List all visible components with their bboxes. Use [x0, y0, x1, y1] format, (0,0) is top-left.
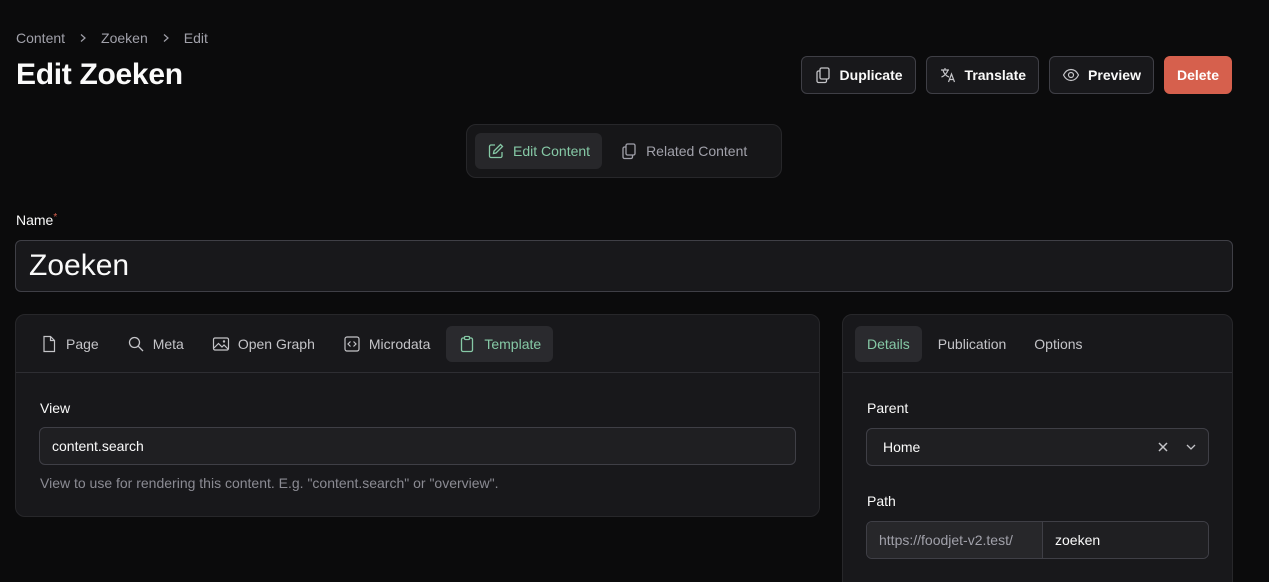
tab-template-label: Template	[484, 335, 542, 352]
required-marker: *	[53, 212, 58, 223]
related-content-tab[interactable]: Related Content	[608, 133, 759, 169]
tab-publication[interactable]: Publication	[926, 326, 1019, 362]
tab-meta[interactable]: Meta	[115, 326, 196, 362]
chevron-right-icon	[163, 34, 169, 42]
image-icon	[212, 336, 229, 351]
breadcrumb-content[interactable]: Content	[16, 30, 65, 46]
search-icon	[128, 336, 144, 351]
duplicate-button[interactable]: Duplicate	[800, 56, 916, 94]
view-input[interactable]: content.search	[39, 427, 796, 465]
preview-label: Preview	[1088, 67, 1141, 83]
duplicate-label: Duplicate	[839, 67, 903, 83]
header-actions: Duplicate Translate Preview Delete	[800, 56, 1232, 94]
translate-icon	[940, 68, 955, 83]
path-prefix: https://foodjet-v2.test/	[867, 522, 1043, 558]
path-field: https://foodjet-v2.test/ zoeken	[866, 521, 1209, 559]
preview-button[interactable]: Preview	[1049, 56, 1154, 94]
copy-icon	[622, 143, 636, 160]
tab-microdata[interactable]: Microdata	[331, 326, 442, 362]
delete-label: Delete	[1176, 67, 1219, 83]
code-icon	[344, 335, 360, 352]
tab-microdata-label: Microdata	[368, 335, 431, 352]
delete-button[interactable]: Delete	[1163, 56, 1232, 94]
tab-open-graph[interactable]: Open Graph	[200, 326, 327, 362]
parent-value: Home	[883, 439, 921, 455]
path-input[interactable]: zoeken	[1043, 522, 1208, 558]
tab-page[interactable]: Page	[28, 326, 111, 362]
settings-tabs: Details Publication Options	[843, 315, 1232, 373]
translate-label: Translate	[964, 67, 1027, 83]
breadcrumb-zoeken[interactable]: Zoeken	[101, 30, 148, 46]
eye-icon	[1062, 68, 1080, 82]
tab-meta-label: Meta	[152, 335, 184, 352]
parent-select[interactable]: Home	[866, 428, 1209, 466]
clipboard-icon	[461, 335, 474, 352]
content-tabs: Page Meta Open Graph Microdata Template	[16, 315, 819, 373]
document-icon	[43, 335, 56, 352]
view-switcher: Edit Content Related Content	[466, 124, 782, 178]
page-title: Edit Zoeken	[16, 58, 183, 91]
tab-open-graph-label: Open Graph	[237, 335, 315, 352]
settings-panel: Details Publication Options Parent Home …	[842, 314, 1233, 582]
copy-icon	[815, 67, 830, 84]
name-input[interactable]	[15, 240, 1233, 292]
tab-details[interactable]: Details	[855, 325, 922, 362]
parent-label: Parent	[867, 400, 909, 416]
name-label: Name*	[16, 212, 57, 228]
chevron-right-icon	[80, 34, 86, 42]
related-content-label: Related Content	[646, 143, 748, 159]
tab-template[interactable]: Template	[446, 325, 554, 362]
edit-icon	[488, 143, 504, 159]
breadcrumb-edit: Edit	[183, 30, 208, 46]
content-panel: Page Meta Open Graph Microdata Template …	[15, 314, 820, 517]
path-label: Path	[867, 493, 896, 509]
chevron-down-icon[interactable]	[1184, 440, 1198, 454]
close-icon[interactable]	[1156, 440, 1170, 454]
view-label: View	[40, 400, 71, 416]
edit-content-tab[interactable]: Edit Content	[475, 133, 603, 169]
name-label-text: Name	[16, 212, 54, 228]
view-help-text: View to use for rendering this content. …	[40, 475, 499, 491]
translate-button[interactable]: Translate	[925, 56, 1040, 94]
tab-options[interactable]: Options	[1022, 326, 1094, 362]
breadcrumb: Content Zoeken Edit	[16, 30, 208, 46]
tab-page-label: Page	[66, 335, 99, 352]
edit-content-label: Edit Content	[513, 143, 591, 159]
